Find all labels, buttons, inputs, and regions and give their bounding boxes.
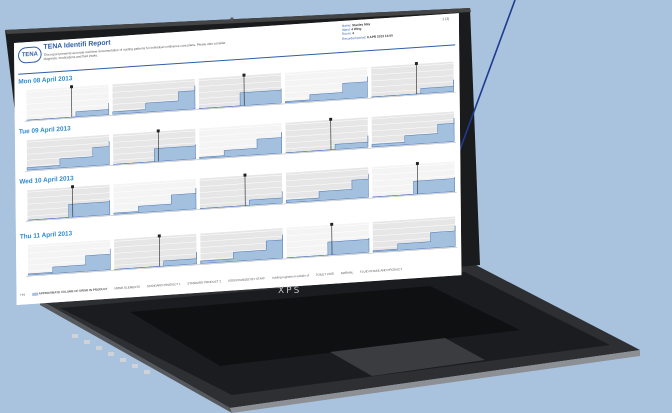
change-marker-icon (70, 85, 74, 89)
change-marker-icon (242, 73, 246, 77)
timeline-panel (286, 222, 370, 259)
legend-item: Voiding registered outside of (271, 273, 310, 280)
timeline-panel (200, 228, 284, 264)
timeline-panel (27, 184, 111, 221)
timeline-panel (113, 178, 197, 215)
change-marker-icon (330, 222, 334, 226)
change-marker-icon (156, 129, 160, 133)
meta-value: 6 APR 2013 13:00 (367, 33, 393, 39)
timeline-panel (284, 67, 368, 104)
timeline-panel (198, 73, 282, 109)
timeline-panel (199, 173, 283, 209)
timeline-panel (285, 167, 369, 204)
day-title: Wed 10 April 2013 (19, 175, 74, 186)
patient-meta: Name: Stanley May Ward: 4 Wing Room: 4 R… (342, 21, 393, 41)
tena-report: TENA TENA Identifi Report This report pr… (14, 13, 462, 306)
legend-item: TOILET VOID (315, 271, 335, 277)
change-marker-icon (157, 234, 161, 238)
legend-item: STANDARD PRODUCT 1 (146, 281, 181, 289)
legend-item: STANDARD PRODUCT 2 (187, 279, 222, 286)
legend-item: URINE ELEMENTS (114, 284, 141, 291)
change-marker-icon (414, 61, 418, 66)
timeline-panel (26, 84, 110, 121)
change-marker-icon (71, 185, 75, 189)
timeline-panel (371, 61, 454, 98)
timeline-panel (371, 111, 455, 148)
change-marker-icon (415, 161, 419, 166)
page-number: 1 (3) (442, 16, 450, 22)
tena-logo: TENA (17, 46, 42, 64)
scene: TENA TENA Identifi Report This report pr… (0, 0, 672, 413)
timeline-panel (112, 128, 196, 165)
day-title: Thu 11 April 2013 (19, 230, 73, 241)
legend-item: NORMAL (340, 270, 354, 276)
laptop-screen: TENA TENA Identifi Report This report pr… (14, 13, 462, 306)
device-logo: XPS (278, 286, 302, 296)
timeline-panel (26, 134, 110, 171)
timeline-panel (114, 233, 197, 270)
day-title: Tue 09 April 2013 (18, 125, 71, 136)
timeline-panel (112, 78, 196, 115)
change-marker-icon (329, 117, 333, 121)
timeline-panel (372, 161, 455, 198)
timeline-panel (27, 239, 111, 276)
meta-label: Recorded period: (342, 34, 367, 41)
webcam (230, 17, 234, 21)
legend-item: VOID/CHANGED BY STAFF (227, 276, 266, 283)
timeline-panel (285, 117, 369, 154)
time-label: Hrs (20, 292, 26, 297)
change-marker-icon (243, 173, 247, 177)
legend-item: FLUID INTAKE AND PRODUCT (360, 267, 403, 274)
timeline-panel (199, 123, 282, 159)
legend-item: APPROXIMATE VOLUME OF URINE IN PRODUCT (31, 287, 108, 296)
timeline-panel (372, 216, 456, 253)
